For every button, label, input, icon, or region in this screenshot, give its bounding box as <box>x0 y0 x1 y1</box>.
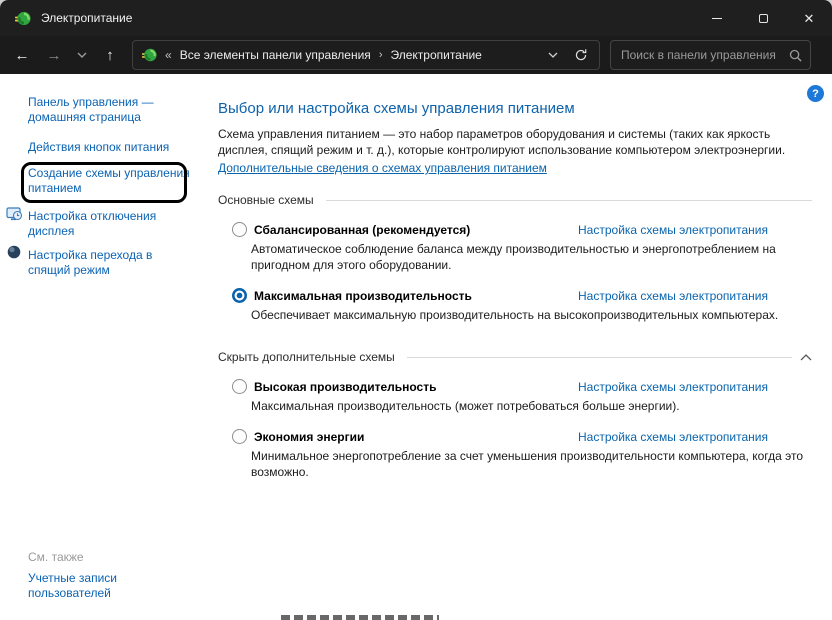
breadcrumb-item-control-panel[interactable]: Все элементы панели управления <box>180 48 371 62</box>
refresh-button[interactable] <box>567 42 595 68</box>
sleep-sphere-icon <box>7 245 21 259</box>
caption-buttons: ✕ <box>694 0 832 36</box>
plan-settings-link-power-saver[interactable]: Настройка схемы электропитания <box>578 430 768 444</box>
plan-name[interactable]: Максимальная производительность <box>254 289 472 303</box>
see-also-label: См. также <box>28 550 84 564</box>
section-additional-schemes: Скрыть дополнительные схемы <box>218 350 812 364</box>
maximize-icon <box>758 13 768 23</box>
help-button[interactable]: ? <box>807 85 824 102</box>
navigation-bar: ← → ↑ « Все элементы панели управления ›… <box>0 36 832 74</box>
page-title: Выбор или настройка схемы управления пит… <box>218 100 575 117</box>
titlebar: Электропитание ✕ <box>0 0 832 36</box>
plan-settings-link-max-performance[interactable]: Настройка схемы электропитания <box>578 289 768 303</box>
plan-description: Максимальная производительность (может п… <box>251 399 680 413</box>
radio-power-saver[interactable] <box>232 429 247 444</box>
radio-max-performance[interactable] <box>232 288 247 303</box>
sidebar: Панель управления — домашняя страница Де… <box>0 74 218 620</box>
sidebar-item-control-panel-home[interactable]: Панель управления — домашняя страница <box>28 95 196 125</box>
power-options-icon <box>142 48 157 62</box>
chevron-down-icon <box>548 52 558 58</box>
section-rule <box>406 356 792 358</box>
chevron-up-icon <box>800 353 812 360</box>
learn-more-link[interactable]: Дополнительные сведения о схемах управле… <box>218 161 547 175</box>
plan-name[interactable]: Высокая производительность <box>254 380 436 394</box>
sidebar-item-power-button-actions[interactable]: Действия кнопок питания <box>28 140 196 155</box>
address-dropdown-button[interactable] <box>539 42 567 68</box>
collapse-additional-button[interactable] <box>800 353 812 361</box>
plan-description: Обеспечивает максимальную производительн… <box>251 308 779 322</box>
forward-button[interactable]: → <box>38 40 70 70</box>
sidebar-item-user-accounts[interactable]: Учетные записи пользователей <box>28 571 117 601</box>
plan-name[interactable]: Экономия энергии <box>254 430 364 444</box>
plan-row-max-performance: Максимальная производительность Настройк… <box>218 288 812 303</box>
back-button[interactable]: ← <box>6 40 38 70</box>
maximize-button[interactable] <box>740 0 786 36</box>
recent-pages-button[interactable] <box>70 40 94 70</box>
main-content: ? Выбор или настройка схемы управления п… <box>218 74 824 620</box>
display-clock-icon <box>6 207 23 221</box>
breadcrumb-item-power-options[interactable]: Электропитание <box>390 48 481 62</box>
plan-name[interactable]: Сбалансированная (рекомендуется) <box>254 223 470 237</box>
plan-settings-link-balanced[interactable]: Настройка схемы электропитания <box>578 223 768 237</box>
close-icon: ✕ <box>803 10 815 26</box>
window-title: Электропитание <box>41 11 133 25</box>
sidebar-item-display-off-settings[interactable]: Настройка отключения дисплея <box>28 209 196 239</box>
section-label: Основные схемы <box>218 193 314 207</box>
plan-row-balanced: Сбалансированная (рекомендуется) Настрой… <box>218 222 812 237</box>
client-area: Панель управления — домашняя страница Де… <box>0 74 832 620</box>
section-rule <box>325 199 812 201</box>
minimize-button[interactable] <box>694 0 740 36</box>
intro-text: Схема управления питанием — это набор па… <box>218 127 786 157</box>
radio-high-performance[interactable] <box>232 379 247 394</box>
refresh-icon <box>575 49 587 61</box>
breadcrumb-separator-icon: › <box>378 49 383 61</box>
sidebar-item-create-power-plan[interactable]: Создание схемы управления питанием <box>28 166 196 196</box>
plan-description: Автоматическое соблюдение баланса между … <box>251 242 776 272</box>
section-label: Скрыть дополнительные схемы <box>218 350 395 364</box>
search-icon[interactable] <box>789 49 802 62</box>
close-button[interactable]: ✕ <box>786 0 832 36</box>
cutoff-text-artifact <box>281 615 439 620</box>
breadcrumb-overflow-icon[interactable]: « <box>165 48 172 62</box>
section-main-schemes: Основные схемы <box>218 193 812 207</box>
power-options-app-icon[interactable] <box>14 10 31 27</box>
sidebar-item-sleep-settings[interactable]: Настройка перехода в спящий режим <box>28 248 196 278</box>
plan-row-power-saver: Экономия энергии Настройка схемы электро… <box>218 429 812 444</box>
power-options-window: Электропитание ✕ ← → ↑ « Все элементы па… <box>0 0 832 620</box>
minimize-icon <box>712 17 722 19</box>
address-bar[interactable]: « Все элементы панели управления › Элект… <box>132 40 600 70</box>
plan-settings-link-high-performance[interactable]: Настройка схемы электропитания <box>578 380 768 394</box>
plan-description: Минимальное энергопотребление за счет ум… <box>251 449 804 479</box>
search-box <box>610 40 811 70</box>
radio-balanced[interactable] <box>232 222 247 237</box>
plan-row-high-performance: Высокая производительность Настройка схе… <box>218 379 812 394</box>
up-button[interactable]: ↑ <box>94 40 126 70</box>
search-input[interactable] <box>621 48 789 62</box>
chevron-down-icon <box>77 52 87 58</box>
